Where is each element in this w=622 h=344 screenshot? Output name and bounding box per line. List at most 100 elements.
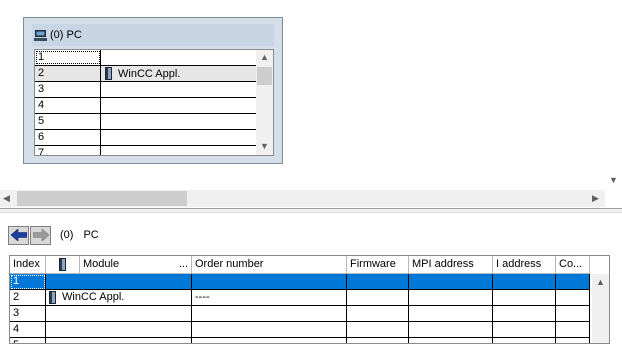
scroll-up-icon[interactable]: ▲ [260,53,269,62]
rack-module[interactable]: WinCC Appl. [101,66,257,81]
rack-scroll-thumb[interactable] [257,67,272,85]
station-name: PC [83,229,99,241]
cell-mpi-address [409,306,493,322]
cell-mpi-address [409,290,493,306]
detail-view: (0) PC Index Module ... Order number Fir… [0,213,622,344]
rack-slot: 4 [35,98,101,113]
cell-order-number [192,338,347,343]
cell-module [46,338,192,343]
cell-index: 5 [10,338,46,343]
cell-module [46,306,192,322]
module-icon [59,258,66,271]
scroll-right-icon[interactable]: ▶ [592,194,599,203]
horizontal-scroll-thumb[interactable] [17,191,187,206]
rack-row[interactable]: 3 [35,82,257,98]
back-button[interactable] [8,225,29,245]
column-header-i-address[interactable]: I address [493,256,556,274]
scroll-up-icon[interactable]: ▲ [596,278,605,287]
cell-i-address [493,322,556,338]
cell-firmware [347,274,409,290]
column-header-comment[interactable]: Co... [556,256,590,274]
cell-index: 1 [10,274,46,290]
table-row[interactable]: 1 [10,274,590,290]
rack-slot: 1 [35,50,101,65]
cell-mpi-address [409,322,493,338]
table-header: Index Module ... Order number Firmware M… [10,256,590,274]
module-table[interactable]: Index Module ... Order number Firmware M… [9,255,610,344]
cell-i-address [493,290,556,306]
column-header-mpi-address[interactable]: MPI address [409,256,493,274]
rack-slot: 6 [35,130,101,145]
cell-module: WinCC Appl. [46,290,192,306]
rack-table[interactable]: 1 2 WinCC Appl. 3 4 5 6 7 ▲ ▼ [34,49,274,156]
cell-comment [556,322,590,338]
column-header-module[interactable]: Module ... [80,256,192,274]
scroll-down-icon[interactable]: ▼ [609,176,618,185]
cell-order-number: ---- [192,290,347,306]
cell-firmware [347,306,409,322]
rack-slot: 5 [35,114,101,129]
rack-module-label: WinCC Appl. [118,67,181,80]
cell-mpi-address [409,338,493,343]
column-header-firmware[interactable]: Firmware [347,256,409,274]
column-header-icon[interactable] [46,256,80,274]
pc-icon [34,29,47,41]
rack-row[interactable]: 5 [35,114,257,130]
rack-row[interactable]: 4 [35,98,257,114]
cell-index: 3 [10,306,46,322]
table-row[interactable]: 3 [10,306,590,322]
station-view-horizontal-scrollbar[interactable]: ◀ ▶ [0,190,605,207]
cell-firmware [347,322,409,338]
column-header-more[interactable]: ... [179,256,188,273]
rack-row[interactable]: 2 WinCC Appl. [35,66,257,82]
cell-firmware [347,290,409,306]
cell-module [46,322,192,338]
module-icon [105,67,112,80]
cell-order-number [192,322,347,338]
rack-module[interactable] [101,146,257,155]
scroll-left-icon[interactable]: ◀ [3,194,10,203]
detail-station-label: (0) PC [60,229,99,241]
cell-order-number [192,274,347,290]
column-header-index[interactable]: Index [10,256,46,274]
cell-comment [556,306,590,322]
cell-firmware [347,338,409,343]
column-header-order-number[interactable]: Order number [192,256,347,274]
rack-module[interactable] [101,98,257,113]
rack-vertical-scrollbar[interactable]: ▲ ▼ [256,50,273,155]
station-title: (0) PC [50,29,82,41]
cell-index: 2 [10,290,46,306]
cell-comment [556,338,590,343]
cell-mpi-address [409,274,493,290]
cell-index: 4 [10,322,46,338]
station-view-vertical-scrollbar[interactable]: ▼ [605,0,622,190]
rack-slot: 7 [35,146,101,155]
station-view: (0) PC 1 2 WinCC Appl. 3 4 5 6 7 ▲ ▼ ▼ ◀… [0,0,622,208]
rack-row[interactable]: 6 [35,130,257,146]
cell-comment [556,274,590,290]
arrow-right-icon [32,229,49,241]
rack-row[interactable]: 7 [35,146,257,155]
cell-order-number [192,306,347,322]
table-row[interactable]: 4 [10,322,590,338]
rack-row[interactable]: 1 [35,50,257,66]
rack-module[interactable] [101,130,257,145]
table-row[interactable]: 5 [10,338,590,343]
arrow-left-icon [10,229,27,241]
rack-module[interactable] [101,114,257,129]
rack-module[interactable] [101,50,257,65]
detail-navbar: (0) PC [8,225,99,245]
rack-module[interactable] [101,82,257,97]
module-label: WinCC Appl. [62,291,125,303]
station-index: (0) [60,229,74,241]
table-row[interactable]: 2 WinCC Appl. ---- [10,290,590,306]
module-icon [49,291,56,304]
station-title-bar[interactable]: (0) PC [32,24,274,46]
rack-slot: 3 [35,82,101,97]
station-pc[interactable]: (0) PC 1 2 WinCC Appl. 3 4 5 6 7 ▲ ▼ [23,17,283,164]
cell-i-address [493,338,556,343]
forward-button[interactable] [30,225,51,245]
scroll-down-icon[interactable]: ▼ [260,142,269,151]
table-vertical-scrollbar[interactable]: ▲ [592,274,609,343]
cell-i-address [493,306,556,322]
